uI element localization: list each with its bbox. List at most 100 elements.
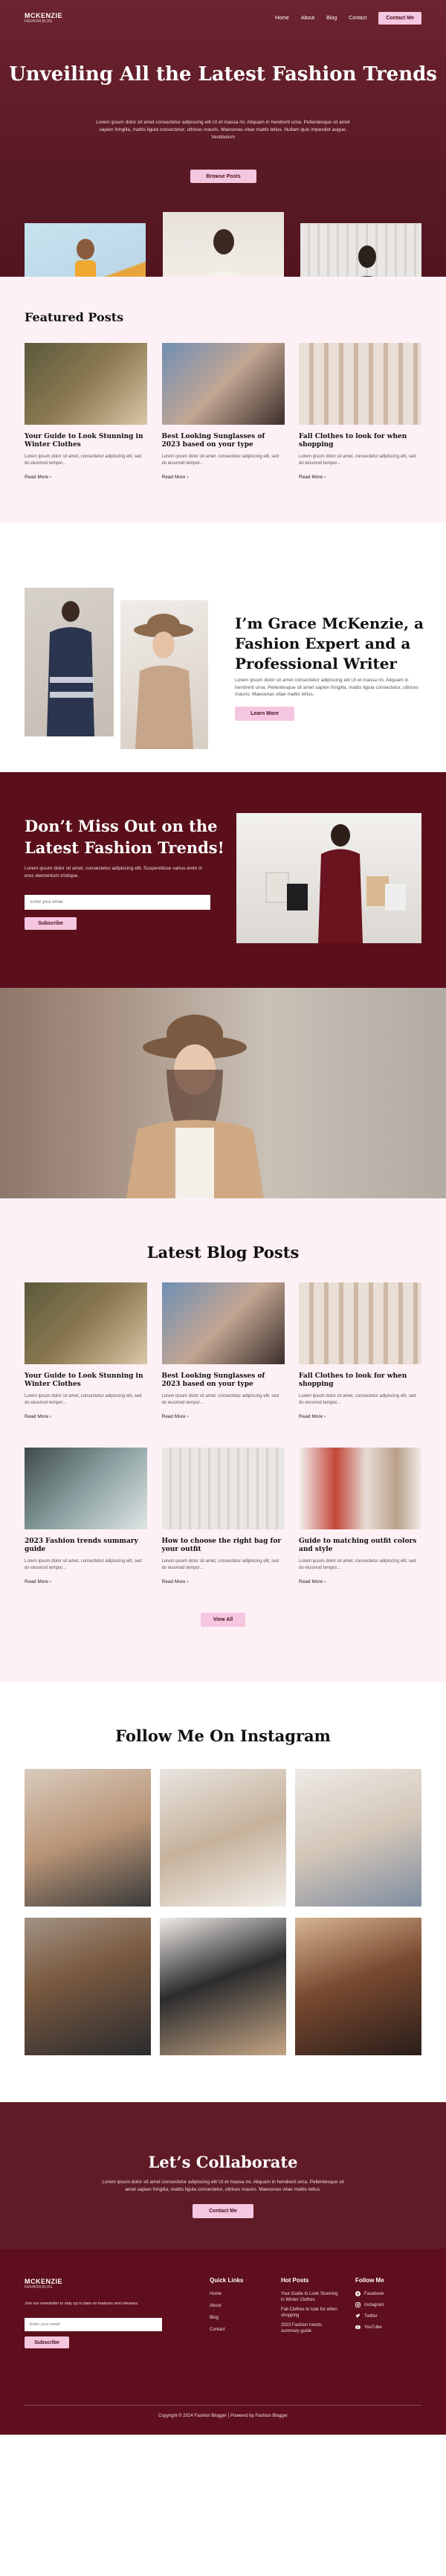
instagram-photo[interactable] [295, 1769, 421, 1907]
footer-link-home[interactable]: Home [210, 2291, 243, 2297]
post-title[interactable]: Your Guide to Look Stunning in Winter Cl… [25, 433, 147, 449]
read-more-link[interactable]: Read More › [25, 1414, 147, 1419]
post-card[interactable]: Fall Clothes to look for when shopping L… [299, 1282, 421, 1419]
post-title[interactable]: Your Guide to Look Stunning in Winter Cl… [25, 1372, 147, 1389]
social-twitter[interactable]: Twitter [355, 2313, 384, 2319]
post-excerpt: Lorem ipsum dolor sit amet, consectetur … [25, 1394, 142, 1405]
newsletter-text: Lorem ipsum dolor sit amet, consectetur … [25, 866, 203, 879]
collaborate-contact-button[interactable]: Contact Me [193, 2204, 253, 2218]
quick-links-title: Quick Links [210, 2277, 244, 2284]
post-image[interactable] [161, 1282, 285, 1364]
read-more-link[interactable]: Read More › [162, 1579, 285, 1584]
post-image[interactable] [25, 343, 147, 425]
newsletter-title: Don’t Miss Out on the Latest Fashion Tre… [25, 817, 224, 857]
post-image[interactable] [299, 1282, 421, 1364]
read-more-link[interactable]: Read More › [299, 475, 421, 480]
collaborate-section: Let’s Collaborate Lorem ipsum dolor sit … [0, 2102, 446, 2249]
nav-link-blog[interactable]: Blog [326, 16, 337, 21]
social-label: YouTube [364, 2325, 382, 2330]
brand-logo[interactable]: MCKENZIE FASHION BLOG [25, 12, 62, 24]
post-excerpt: Lorem ipsum dolor sit amet, consectetur … [299, 455, 416, 466]
brown-hat-figure [134, 614, 193, 749]
brand-tagline: FASHION BLOG [25, 19, 53, 24]
footer-email-input[interactable] [25, 2318, 162, 2331]
learn-more-button[interactable]: Learn More [235, 707, 294, 721]
post-title[interactable]: Fall Clothes to look for when shopping [299, 433, 421, 449]
instagram-photo[interactable] [25, 1769, 151, 1907]
post-card[interactable]: Fall Clothes to look for when shopping L… [299, 343, 421, 480]
post-card[interactable]: Best Looking Sunglasses of 2023 based on… [161, 343, 285, 480]
instagram-photo[interactable] [160, 1769, 286, 1907]
hero-lead: Lorem ipsum dolor sit amet consectetur a… [96, 120, 350, 140]
post-card[interactable]: How to choose the right bag for your out… [161, 1448, 285, 1584]
latest-title: Latest Blog Posts [146, 1243, 300, 1262]
footer-hot-post-link[interactable]: Your Guide to Look Stunning in Winter Cl… [281, 2291, 340, 2303]
read-more-link[interactable]: Read More › [299, 1414, 421, 1419]
post-title[interactable]: Best Looking Sunglasses of 2023 based on… [162, 433, 285, 449]
footer-link-about[interactable]: About [210, 2303, 243, 2309]
footer-subscribe-button[interactable]: Subscribe [25, 2336, 69, 2348]
instagram-icon [355, 2302, 361, 2307]
read-more-link[interactable]: Read More › [162, 1414, 285, 1419]
read-more-link[interactable]: Read More › [162, 475, 285, 480]
post-image[interactable] [299, 1448, 421, 1529]
footer-hot-post-link[interactable]: Fall Clothes to look for when shopping [281, 2307, 340, 2319]
footer-link-blog[interactable]: Blog [210, 2315, 243, 2321]
footer-hot-post-link[interactable]: 2023 Fashion trends summary guide [281, 2322, 340, 2334]
nav-contact-button[interactable]: Contact Me [378, 11, 421, 25]
subscribe-button[interactable]: Subscribe [25, 917, 77, 930]
hero-gallery [25, 212, 421, 277]
social-label: Instagram [364, 2302, 384, 2307]
instagram-photo[interactable] [25, 1918, 151, 2055]
post-card[interactable]: Guide to matching outfit colors and styl… [299, 1448, 421, 1584]
featured-title: Featured Posts [25, 310, 124, 324]
hot-posts-title: Hot Posts [281, 2277, 309, 2284]
post-title[interactable]: Fall Clothes to look for when shopping [299, 1372, 421, 1389]
post-image[interactable] [161, 343, 285, 425]
post-card[interactable]: Best Looking Sunglasses of 2023 based on… [161, 1282, 285, 1419]
post-excerpt: Lorem ipsum dolor sit amet, consectetur … [161, 455, 279, 466]
post-excerpt: Lorem ipsum dolor sit amet, consectetur … [25, 455, 142, 466]
social-instagram[interactable]: Instagram [355, 2302, 384, 2307]
post-card[interactable]: Your Guide to Look Stunning in Winter Cl… [25, 343, 147, 480]
striped-coat-figure [47, 601, 94, 736]
about-section: I’m Grace McKenzie, a Fashion Expert and… [0, 522, 446, 772]
read-more-link[interactable]: Read More › [25, 1579, 147, 1584]
post-excerpt: Lorem ipsum dolor sit amet, consectetur … [161, 1559, 279, 1570]
footer-link-contact[interactable]: Contact [210, 2327, 243, 2333]
post-title[interactable]: 2023 Fashion trends summary guide [25, 1538, 147, 1554]
about-text: Lorem ipsum dolor sit amet consectetur a… [235, 678, 418, 697]
post-image[interactable] [25, 1282, 147, 1364]
copyright-text: Copyright © 2024 Fashion Blogger | Power… [158, 2414, 288, 2418]
latest-posts-section: Latest Blog Posts Your Guide to Look Stu… [0, 1198, 446, 1682]
nav-link-home[interactable]: Home [275, 16, 289, 21]
browse-posts-button[interactable]: Browse Posts [190, 170, 256, 183]
post-title[interactable]: How to choose the right bag for your out… [162, 1538, 285, 1554]
footer-description: Join our newsletter to stay up to date o… [25, 2302, 139, 2306]
post-image[interactable] [299, 343, 421, 425]
collaborate-text: Lorem ipsum dolor sit amet consectetur a… [102, 2180, 344, 2192]
post-card[interactable]: Your Guide to Look Stunning in Winter Cl… [25, 1282, 147, 1419]
instagram-photo[interactable] [160, 1918, 286, 2055]
post-title[interactable]: Guide to matching outfit colors and styl… [299, 1538, 421, 1554]
post-excerpt: Lorem ipsum dolor sit amet, consectetur … [161, 1394, 279, 1405]
newsletter-email-input[interactable] [25, 895, 210, 910]
social-label: Facebook [364, 2291, 384, 2296]
nav-link-about[interactable]: About [301, 16, 314, 21]
post-image[interactable] [161, 1448, 285, 1529]
footer-divider [25, 2405, 421, 2406]
post-image[interactable] [25, 1448, 147, 1529]
footer-brand[interactable]: MCKENZIE FASHION BLOG [25, 2278, 62, 2290]
read-more-link[interactable]: Read More › [299, 1579, 421, 1584]
social-youtube[interactable]: YouTube [355, 2325, 384, 2330]
post-title[interactable]: Best Looking Sunglasses of 2023 based on… [162, 1372, 285, 1389]
view-all-button[interactable]: View All [201, 1613, 245, 1627]
social-facebook[interactable]: Facebook [355, 2291, 384, 2296]
feature-photo [0, 988, 446, 1198]
instagram-grid [25, 1769, 421, 2055]
footer-brand-name: MCKENZIE [25, 2278, 62, 2285]
nav-link-contact[interactable]: Contact [349, 16, 366, 21]
read-more-link[interactable]: Read More › [25, 475, 147, 480]
post-card[interactable]: 2023 Fashion trends summary guide Lorem … [25, 1448, 147, 1584]
instagram-photo[interactable] [295, 1918, 421, 2055]
